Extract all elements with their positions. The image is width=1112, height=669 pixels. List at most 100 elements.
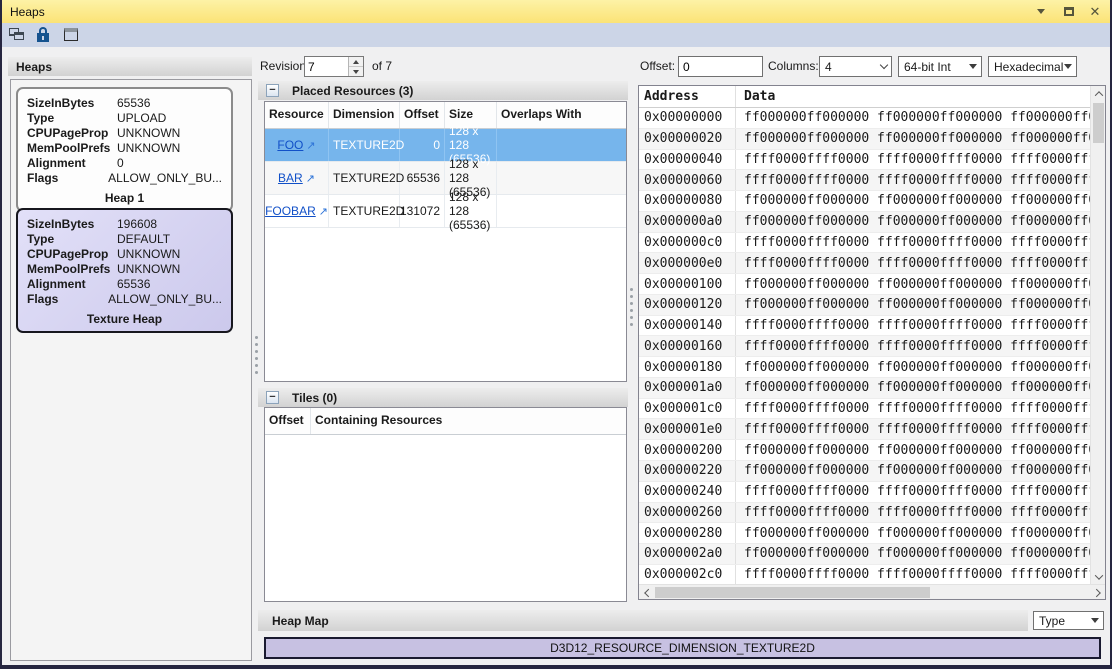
table-row[interactable]: FOOBAR↗ TEXTURE2D 131072 128 x 128(65536… — [265, 195, 626, 228]
address-cell: 0x00000180 — [639, 357, 736, 377]
collapse-icon[interactable]: − — [266, 84, 279, 97]
memory-table[interactable]: Address Data 0x00000000 ff000000ff000000… — [639, 86, 1090, 584]
horizontal-scrollbar-thumb[interactable] — [655, 587, 930, 598]
field-value: UPLOAD — [117, 111, 222, 126]
memory-row[interactable]: 0x00000080 ff000000ff000000 ff000000ff00… — [639, 191, 1090, 212]
maximize-icon — [1064, 7, 1074, 16]
chevron-down-icon — [880, 61, 888, 69]
memory-row[interactable]: 0x00000120 ff000000ff000000 ff000000ff00… — [639, 295, 1090, 316]
address-cell: 0x00000040 — [639, 150, 736, 170]
revision-input[interactable] — [308, 58, 346, 75]
field-value: ALLOW_ONLY_BU... — [108, 171, 222, 186]
memory-row[interactable]: 0x00000100 ff000000ff000000 ff000000ff00… — [639, 274, 1090, 295]
heap-card-heap1[interactable]: SizeInBytes65536 TypeUPLOAD CPUPagePropU… — [16, 87, 233, 212]
table-row[interactable]: FOO↗ TEXTURE2D 0 128 x 128(65536) — [265, 129, 626, 162]
memory-row[interactable]: 0x000000e0 ffff0000ffff0000 ffff0000ffff… — [639, 253, 1090, 274]
scroll-up-button[interactable] — [1091, 86, 1106, 101]
close-button[interactable]: ✕ — [1084, 0, 1106, 23]
revision-spinner[interactable] — [304, 56, 364, 77]
heap-map-segment[interactable]: D3D12_RESOURCE_DIMENSION_TEXTURE2D — [264, 637, 1101, 659]
heap-card-texture-heap[interactable]: SizeInBytes196608 TypeDEFAULT CPUPagePro… — [16, 208, 233, 333]
placed-resources-table: Resource Dimension Offset Size Overlaps … — [264, 101, 627, 382]
data-cell: ffff0000ffff0000 ffff0000ffff0000 ffff00… — [736, 318, 1090, 333]
data-cell: ffff0000ffff0000 ffff0000ffff0000 ffff00… — [736, 339, 1090, 354]
address-cell: 0x00000000 — [639, 108, 736, 128]
memory-row[interactable]: 0x000002a0 ff000000ff000000 ff000000ff00… — [639, 544, 1090, 565]
revision-down-button[interactable] — [349, 66, 363, 76]
int-type-select[interactable]: 64-bit Int — [898, 56, 982, 77]
goto-resource-icon[interactable]: ↗ — [306, 139, 315, 152]
vertical-scrollbar[interactable] — [1090, 86, 1105, 584]
column-header-resource[interactable]: Resource — [265, 102, 329, 128]
memory-row[interactable]: 0x000001e0 ffff0000ffff0000 ffff0000ffff… — [639, 419, 1090, 440]
resource-link[interactable]: FOO — [277, 138, 303, 152]
memory-row[interactable]: 0x00000260 ffff0000ffff0000 ffff0000ffff… — [639, 503, 1090, 524]
heaps-section-title: Heaps — [16, 60, 52, 74]
right-splitter-handle[interactable] — [630, 288, 633, 326]
spin-up-icon — [353, 60, 359, 64]
lock-icon[interactable] — [36, 27, 53, 43]
resource-link[interactable]: FOOBAR — [265, 204, 316, 218]
column-header-overlaps-with[interactable]: Overlaps With — [497, 102, 626, 128]
data-cell: ff000000ff000000 ff000000ff000000 ff0000… — [736, 110, 1090, 125]
memory-row[interactable]: 0x000001c0 ffff0000ffff0000 ffff0000ffff… — [639, 399, 1090, 420]
column-header-offset[interactable]: Offset — [265, 408, 311, 434]
column-header-containing-resources[interactable]: Containing Resources — [311, 408, 446, 434]
vertical-scrollbar-thumb[interactable] — [1093, 103, 1104, 143]
scroll-right-button[interactable] — [1090, 585, 1105, 600]
goto-resource-icon[interactable]: ↗ — [319, 205, 328, 218]
memory-row[interactable]: 0x00000000 ff000000ff000000 ff000000ff00… — [639, 108, 1090, 129]
heap-map-type-value: Type — [1039, 614, 1065, 628]
memory-row[interactable]: 0x00000060 ffff0000ffff0000 ffff0000ffff… — [639, 170, 1090, 191]
placed-resources-rows: FOO↗ TEXTURE2D 0 128 x 128(65536) BAR↗ T… — [265, 129, 626, 228]
memory-row[interactable]: 0x000000a0 ff000000ff000000 ff000000ff00… — [639, 212, 1090, 233]
field-row: FlagsALLOW_ONLY_BU... — [27, 292, 222, 307]
collapse-icon[interactable]: − — [266, 391, 279, 404]
field-value: 65536 — [117, 96, 222, 111]
column-header-dimension[interactable]: Dimension — [329, 102, 400, 128]
heaps-section-header: Heaps — [8, 57, 252, 76]
window-title: Heaps — [10, 5, 45, 19]
address-cell: 0x00000280 — [639, 523, 736, 543]
heaps-list[interactable]: SizeInBytes65536 TypeUPLOAD CPUPagePropU… — [10, 79, 252, 661]
scroll-left-button[interactable] — [639, 585, 654, 600]
memory-row[interactable]: 0x000001a0 ff000000ff000000 ff000000ff00… — [639, 378, 1090, 399]
horizontal-scrollbar[interactable] — [639, 584, 1105, 599]
column-header-offset[interactable]: Offset — [400, 102, 445, 128]
columns-select[interactable]: 4 — [819, 56, 892, 77]
memory-row[interactable]: 0x00000140 ffff0000ffff0000 ffff0000ffff… — [639, 316, 1090, 337]
offset-input[interactable] — [678, 56, 763, 77]
revision-up-button[interactable] — [349, 57, 363, 66]
left-splitter-handle[interactable] — [255, 336, 258, 374]
data-cell: ff000000ff000000 ff000000ff000000 ff0000… — [736, 360, 1090, 375]
memory-row[interactable]: 0x00000240 ffff0000ffff0000 ffff0000ffff… — [639, 482, 1090, 503]
heap-map-type-select[interactable]: Type — [1033, 611, 1104, 630]
data-cell: ffff0000ffff0000 ffff0000ffff0000 ffff00… — [736, 173, 1090, 188]
data-cell: ff000000ff000000 ff000000ff000000 ff0000… — [736, 463, 1090, 478]
field-row: CPUPagePropUNKNOWN — [27, 126, 222, 141]
memory-row[interactable]: 0x00000200 ff000000ff000000 ff000000ff00… — [639, 440, 1090, 461]
window-frame-icon[interactable] — [63, 27, 80, 43]
memory-row[interactable]: 0x00000220 ff000000ff000000 ff000000ff00… — [639, 461, 1090, 482]
memory-row[interactable]: 0x00000020 ff000000ff000000 ff000000ff00… — [639, 129, 1090, 150]
memory-row[interactable]: 0x00000040 ffff0000ffff0000 ffff0000ffff… — [639, 150, 1090, 171]
memory-row[interactable]: 0x00000180 ff000000ff000000 ff000000ff00… — [639, 357, 1090, 378]
window-menu-button[interactable] — [1030, 0, 1052, 23]
memory-row[interactable]: 0x000000c0 ffff0000ffff0000 ffff0000ffff… — [639, 233, 1090, 254]
resource-link[interactable]: BAR — [278, 171, 303, 185]
placed-resources-column-headers: Resource Dimension Offset Size Overlaps … — [265, 102, 626, 129]
scroll-down-button[interactable] — [1091, 569, 1106, 584]
data-cell: ff000000ff000000 ff000000ff000000 ff0000… — [736, 131, 1090, 146]
table-row[interactable]: BAR↗ TEXTURE2D 65536 128 x 128(65536) — [265, 162, 626, 195]
field-value: ALLOW_ONLY_BU... — [108, 292, 222, 307]
memory-row[interactable]: 0x00000280 ff000000ff000000 ff000000ff00… — [639, 523, 1090, 544]
field-label: Alignment — [27, 156, 117, 171]
goto-resource-icon[interactable]: ↗ — [306, 172, 315, 185]
format-select[interactable]: Hexadecimal — [988, 56, 1077, 77]
title-bar[interactable]: Heaps ✕ — [0, 0, 1112, 23]
cascade-windows-icon[interactable] — [9, 27, 26, 43]
memory-row[interactable]: 0x000002c0 ffff0000ffff0000 ffff0000ffff… — [639, 565, 1090, 584]
maximize-button[interactable] — [1058, 0, 1080, 23]
dimension-cell: TEXTURE2D — [329, 129, 400, 161]
memory-row[interactable]: 0x00000160 ffff0000ffff0000 ffff0000ffff… — [639, 336, 1090, 357]
